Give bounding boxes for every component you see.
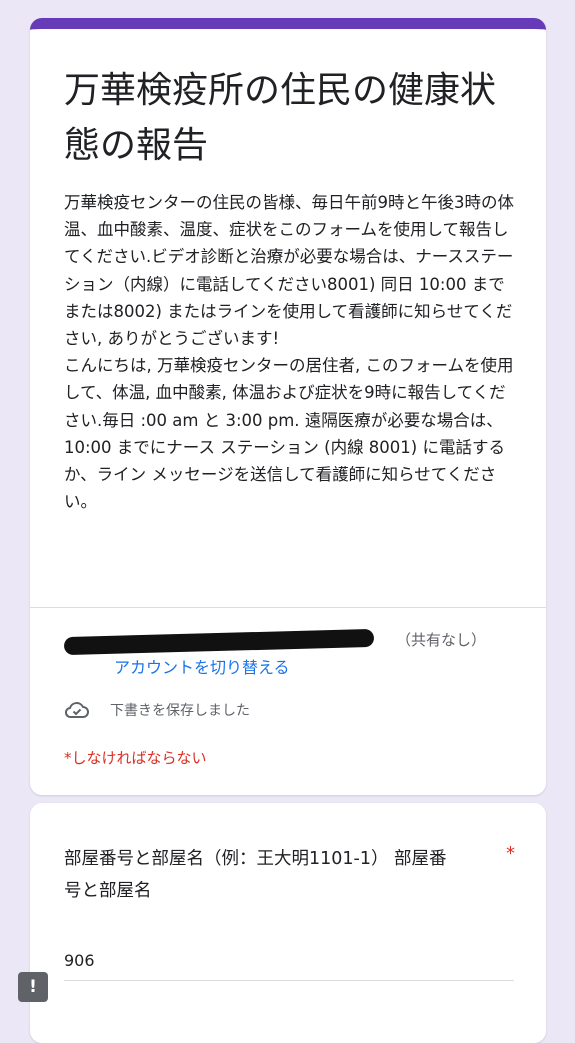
cloud-check-icon (64, 699, 90, 721)
required-note: *しなければならない (64, 749, 207, 767)
draft-status: 下書きを保存しました (64, 699, 250, 721)
form-description: 万華検疫センターの住民の皆様、毎日午前9時と午後3時の体温、血中酸素、温度、症状… (64, 193, 514, 512)
draft-saved-label: 下書きを保存しました (110, 703, 250, 719)
question-label: 部屋番号と部屋名（例：王大明1101-1） 部屋番号と部屋名 (64, 849, 447, 901)
redacted-email (63, 628, 375, 656)
form-header-card: 万華検疫所の住民の健康状態の報告 万華検疫センターの住民の皆様、毎日午前9時と午… (30, 18, 546, 795)
form-title: 万華検疫所の住民の健康状態の報告 (64, 70, 497, 166)
divider (30, 607, 546, 608)
account-row: （共有なし） (63, 627, 526, 657)
feedback-button[interactable]: ! (18, 972, 48, 1002)
not-shared-label: （共有なし） (396, 631, 487, 649)
switch-account-link[interactable]: アカウントを切り替える (114, 654, 290, 678)
room-number-input[interactable]: 906 (64, 951, 514, 981)
feedback-icon: ! (29, 977, 37, 997)
required-asterisk: * (506, 843, 515, 864)
question-card: 部屋番号と部屋名（例：王大明1101-1） 部屋番号と部屋名 * 906 (30, 803, 546, 1043)
